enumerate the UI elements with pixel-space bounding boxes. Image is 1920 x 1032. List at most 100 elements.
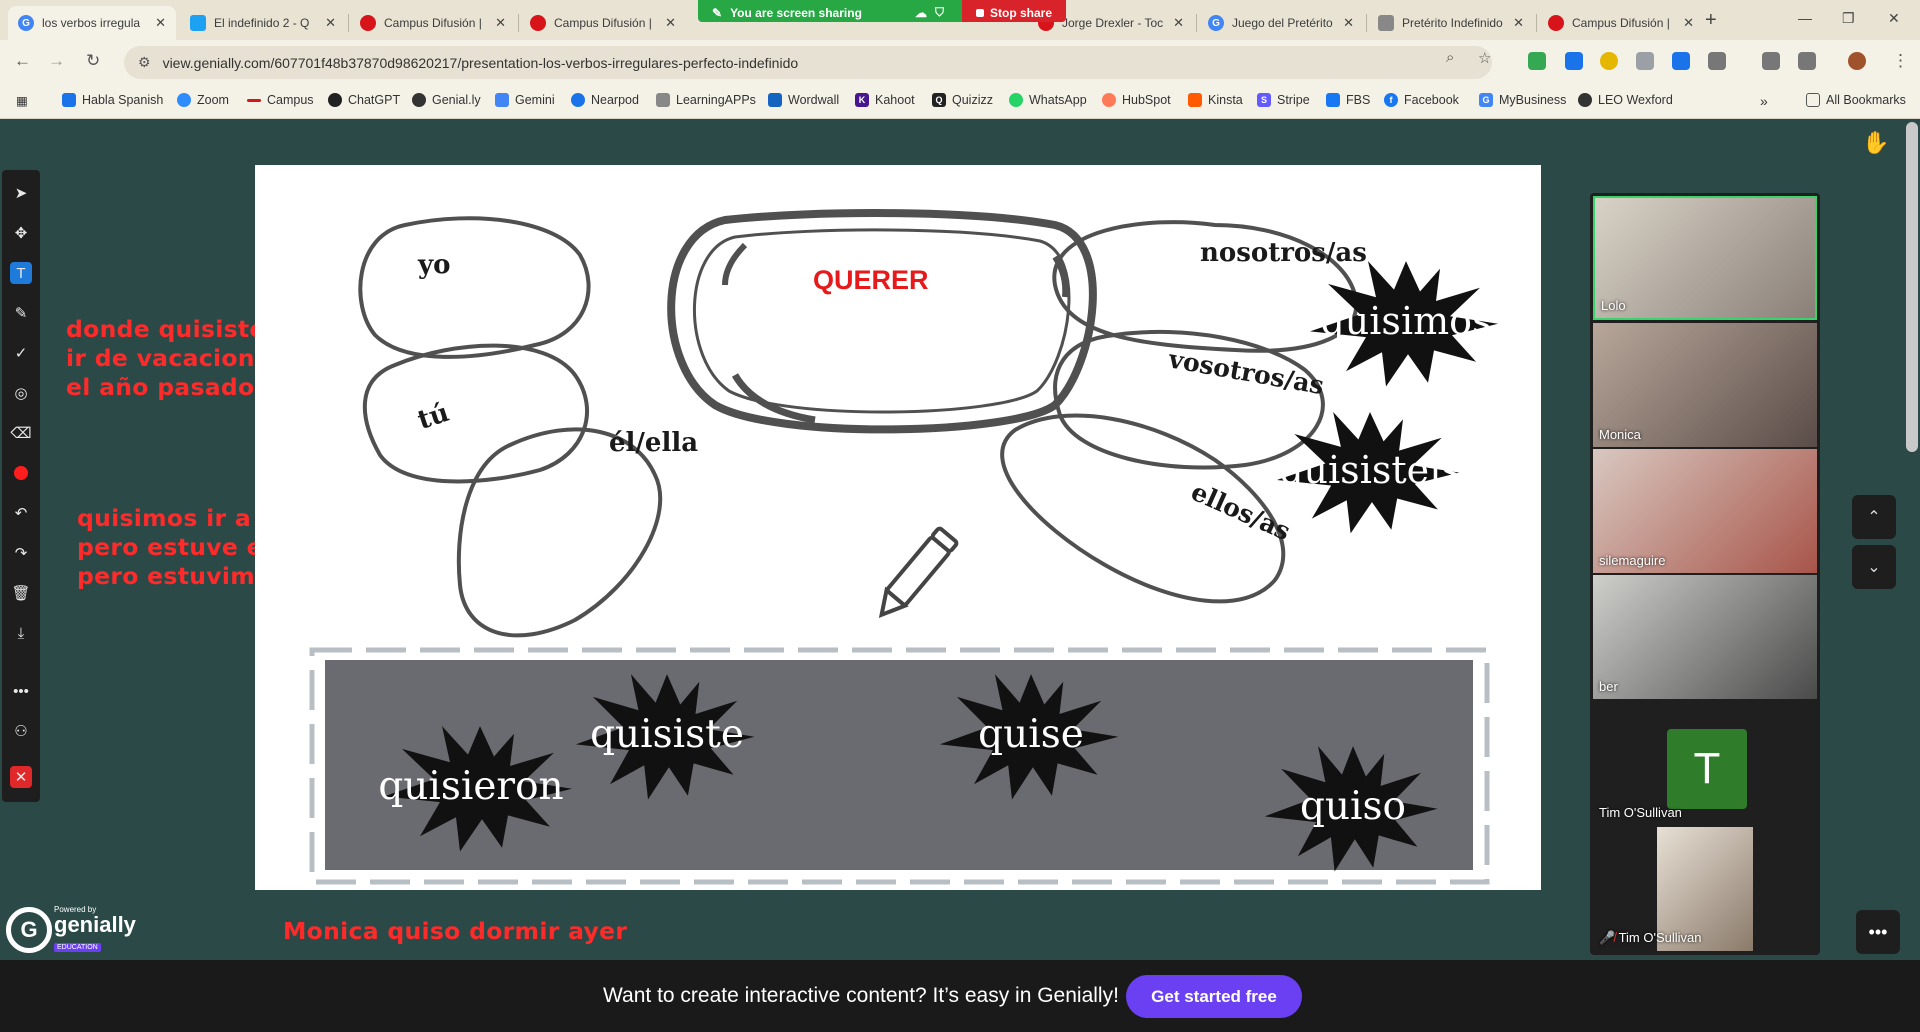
pencil-icon[interactable]: ✎ bbox=[10, 302, 32, 324]
tab-campus-difusion-3[interactable]: Campus Difusión | ✕ bbox=[1538, 6, 1704, 40]
bookmark-leo-wexford[interactable]: LEO Wexford bbox=[1578, 93, 1673, 107]
get-started-button[interactable]: Get started free bbox=[1126, 975, 1302, 1018]
more-bookmarks-chevron-icon[interactable]: » bbox=[1760, 93, 1768, 109]
move-icon[interactable]: ✥ bbox=[10, 222, 32, 244]
kahoot-logo-icon: K bbox=[855, 93, 869, 107]
select-arrow-icon[interactable]: ➤ bbox=[10, 182, 32, 204]
color-picker-icon[interactable] bbox=[10, 462, 32, 484]
restore-icon[interactable]: ❐ bbox=[1842, 10, 1855, 27]
code-extension-icon[interactable] bbox=[1636, 52, 1654, 70]
apps-grid-icon[interactable]: ▦ bbox=[16, 93, 28, 108]
genially-logo[interactable]: G Powered by genially EDUCATION bbox=[6, 905, 136, 954]
tab-los-verbos[interactable]: G los verbos irregula ✕ bbox=[8, 6, 176, 40]
bookmark-wordwall[interactable]: Wordwall bbox=[768, 93, 839, 107]
tab-search-icon[interactable] bbox=[1798, 52, 1816, 70]
bookmark-star-icon[interactable]: ☆ bbox=[1478, 49, 1491, 67]
pronoun-nosotros: nosotros/as bbox=[1200, 238, 1367, 268]
close-tab-icon[interactable]: ✕ bbox=[1173, 15, 1184, 31]
bookmark-kahoot[interactable]: K Kahoot bbox=[855, 93, 915, 107]
participant-tile[interactable]: silemaguire bbox=[1593, 449, 1817, 573]
close-tab-icon[interactable]: ✕ bbox=[495, 15, 506, 31]
genially-favicon-icon: G bbox=[18, 15, 34, 31]
raise-hand-icon[interactable]: ✋ bbox=[1862, 130, 1889, 156]
trash-icon[interactable]: 🗑 bbox=[10, 582, 32, 604]
text-tool-icon[interactable]: T bbox=[10, 262, 32, 284]
undo-icon[interactable]: ↶ bbox=[10, 502, 32, 524]
bookmark-stripe[interactable]: S Stripe bbox=[1257, 93, 1310, 107]
blob-yo bbox=[358, 216, 591, 359]
close-tab-icon[interactable]: ✕ bbox=[665, 15, 676, 31]
bookmark-genially[interactable]: Genial.ly bbox=[412, 93, 481, 107]
tab-juego-preterito[interactable]: G Juego del Pretérito ✕ bbox=[1198, 6, 1364, 40]
redo-icon[interactable]: ↷ bbox=[10, 542, 32, 564]
pronoun-el: él/ella bbox=[609, 428, 698, 458]
bookmark-kinsta[interactable]: Kinsta bbox=[1188, 93, 1243, 107]
bookmark-fbs[interactable]: FBS bbox=[1326, 93, 1370, 107]
close-tab-icon[interactable]: ✕ bbox=[325, 15, 336, 31]
participants-scroll-up-button[interactable]: ⌃ bbox=[1852, 495, 1896, 539]
new-tab-button[interactable]: + bbox=[1705, 9, 1717, 32]
close-tab-icon[interactable]: ✕ bbox=[155, 15, 166, 31]
bookmark-hubspot[interactable]: HubSpot bbox=[1102, 93, 1171, 107]
bookmark-learningapps[interactable]: LearningAPPs bbox=[656, 93, 756, 107]
minimize-icon[interactable]: — bbox=[1798, 10, 1812, 26]
globe-icon bbox=[1578, 93, 1592, 107]
stop-share-button[interactable]: Stop share bbox=[962, 0, 1067, 22]
bookmark-habla-spanish[interactable]: Habla Spanish bbox=[62, 93, 163, 107]
browser-menu-icon[interactable]: ⋮ bbox=[1892, 51, 1909, 71]
participant-tile[interactable]: 🎤̸ Tim O'Sullivan bbox=[1593, 827, 1817, 951]
bookmark-mybusiness[interactable]: G MyBusiness bbox=[1479, 93, 1566, 107]
genially-logo-icon bbox=[412, 93, 426, 107]
chatgpt-logo-icon bbox=[328, 93, 342, 107]
stamp-icon[interactable]: ◎ bbox=[10, 382, 32, 404]
tab-preterito-indefinido[interactable]: Pretérito Indefinido ✕ bbox=[1368, 6, 1534, 40]
bookmark-zoom[interactable]: Zoom bbox=[177, 93, 229, 107]
eraser-icon[interactable]: ⌫ bbox=[10, 422, 32, 444]
bookmark-gemini[interactable]: Gemini bbox=[495, 93, 555, 107]
participant-tile[interactable]: T Tim O'Sullivan bbox=[1593, 701, 1817, 825]
avatar: T bbox=[1667, 729, 1747, 809]
participant-tile[interactable]: Monica bbox=[1593, 323, 1817, 447]
tag-extension-icon[interactable] bbox=[1672, 52, 1690, 70]
tab-el-indefinido[interactable]: El indefinido 2 - Q ✕ bbox=[180, 6, 346, 40]
close-annotation-icon[interactable]: ✕ bbox=[10, 766, 32, 788]
bookmark-nearpod[interactable]: Nearpod bbox=[571, 93, 639, 107]
bookmark-whatsapp[interactable]: WhatsApp bbox=[1009, 93, 1087, 107]
tab-campus-difusion-2[interactable]: Campus Difusión | ✕ bbox=[520, 6, 686, 40]
delete-icon[interactable] bbox=[1762, 52, 1780, 70]
download-icon[interactable]: ⤓ bbox=[10, 622, 32, 644]
more-options-icon[interactable]: ••• bbox=[10, 680, 32, 702]
close-tab-icon[interactable]: ✕ bbox=[1343, 15, 1354, 31]
zoom-icon[interactable]: ⌕ bbox=[1446, 49, 1454, 66]
participant-icon[interactable]: ⚇ bbox=[10, 720, 32, 742]
close-window-icon[interactable]: ✕ bbox=[1888, 10, 1900, 27]
checkmark-icon[interactable]: ✓ bbox=[10, 342, 32, 364]
site-info-icon[interactable]: ⚙ bbox=[138, 54, 151, 71]
bookmark-facebook[interactable]: f Facebook bbox=[1384, 93, 1459, 107]
extensions-puzzle-icon[interactable] bbox=[1708, 52, 1726, 70]
reload-button[interactable]: ↻ bbox=[86, 51, 100, 71]
bookmark-campus[interactable]: Campus bbox=[247, 93, 314, 107]
pronoun-blobs-right bbox=[1000, 220, 1359, 604]
profile-avatar[interactable] bbox=[1848, 52, 1866, 70]
close-tab-icon[interactable]: ✕ bbox=[1513, 15, 1524, 31]
more-options-button[interactable]: ••• bbox=[1856, 910, 1900, 954]
address-bar[interactable]: ⚙ view.genially.com/607701f48b37870d9862… bbox=[124, 46, 1492, 79]
form-quiso: quiso bbox=[1300, 784, 1406, 829]
splat-quisimos: quisimos bbox=[1310, 261, 1498, 387]
participant-tile[interactable]: Lolo bbox=[1593, 196, 1817, 320]
bookmark-chatgpt[interactable]: ChatGPT bbox=[328, 93, 400, 107]
forward-button[interactable]: → bbox=[48, 51, 65, 71]
close-tab-icon[interactable]: ✕ bbox=[1683, 15, 1694, 31]
participant-tile[interactable]: ber bbox=[1593, 575, 1817, 699]
trash-extension-icon[interactable] bbox=[1565, 52, 1583, 70]
participants-scroll-down-button[interactable]: ⌄ bbox=[1852, 545, 1896, 589]
page-scrollbar[interactable] bbox=[1906, 122, 1918, 452]
all-bookmarks-folder[interactable]: All Bookmarks bbox=[1806, 93, 1906, 107]
extension-icon[interactable] bbox=[1600, 52, 1618, 70]
pronoun-blobs-left bbox=[358, 216, 663, 638]
drive-extension-icon[interactable] bbox=[1528, 52, 1546, 70]
back-button[interactable]: ← bbox=[14, 51, 31, 71]
bookmark-quizizz[interactable]: Q Quizizz bbox=[932, 93, 993, 107]
tab-campus-difusion-1[interactable]: Campus Difusión | ✕ bbox=[350, 6, 516, 40]
